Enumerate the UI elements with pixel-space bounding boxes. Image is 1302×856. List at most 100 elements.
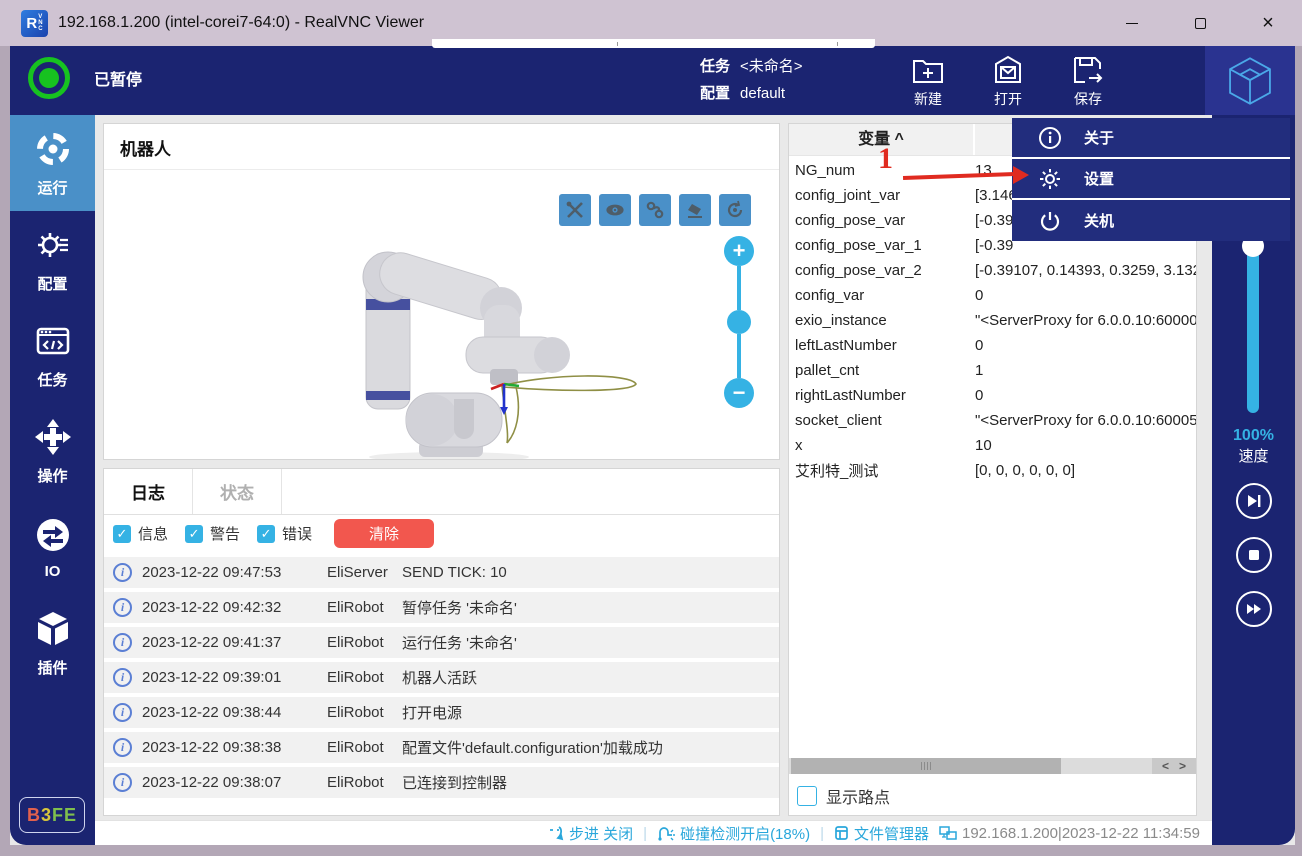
view-tools-button[interactable] <box>559 194 591 226</box>
variables-hscrollbar[interactable]: < > <box>789 758 1196 774</box>
variable-row[interactable]: rightLastNumber 0 <box>789 383 1196 408</box>
log-message: 已连接到控制器 <box>402 772 507 793</box>
sidebar-item-task[interactable]: 任务 <box>10 307 95 403</box>
zoom-track-upper[interactable] <box>737 266 741 310</box>
trajectory-icon <box>645 200 665 220</box>
filter-checkbox[interactable]: ✓ <box>185 525 203 543</box>
collision-detection-toggle[interactable]: 碰撞检测开启(18%) <box>657 823 810 844</box>
fast-forward-button[interactable] <box>1236 591 1272 627</box>
view-path-button[interactable] <box>639 194 671 226</box>
log-entry-row: i 2023-12-22 09:38:07 EliRobot 已连接到控制器 <box>104 767 779 798</box>
variable-row[interactable]: config_var 0 <box>789 283 1196 308</box>
zoom-in-button[interactable]: + <box>724 236 754 266</box>
maximize-button[interactable] <box>1166 0 1234 46</box>
variable-name: config_var <box>789 287 975 304</box>
menu-item-about[interactable]: 关于 <box>1012 118 1290 159</box>
power-icon <box>1038 209 1062 233</box>
robot-3d-viewport[interactable]: + − <box>104 166 779 459</box>
variable-row[interactable]: exio_instance "<ServerProxy for 6.0.0.10… <box>789 308 1196 333</box>
save-task-button[interactable]: 保存 <box>1056 54 1120 109</box>
step-run-button[interactable] <box>1236 483 1272 519</box>
new-task-button[interactable]: 新建 <box>896 54 960 109</box>
log-entry-row: i 2023-12-22 09:38:44 EliRobot 打开电源 <box>104 697 779 728</box>
variable-row[interactable]: socket_client "<ServerProxy for 6.0.0.10… <box>789 408 1196 433</box>
zoom-track-lower[interactable] <box>737 334 741 378</box>
badge-letter: 3 <box>41 805 52 826</box>
viewport-toolbar <box>559 194 751 226</box>
vnc-toolbar-strip[interactable] <box>432 39 875 48</box>
realvnc-logo-icon: RVNC <box>21 10 48 37</box>
log-source: EliRobot <box>327 704 402 721</box>
zoom-slider-handle[interactable] <box>727 310 751 334</box>
sidebar-item-run[interactable]: 运行 <box>10 115 95 211</box>
info-icon: i <box>113 738 132 757</box>
minimize-icon <box>1126 23 1138 24</box>
variable-value: 10 <box>975 437 1196 454</box>
menu-item-shutdown[interactable]: 关机 <box>1012 200 1290 241</box>
filter-checkbox[interactable]: ✓ <box>257 525 275 543</box>
brand-menu-button[interactable] <box>1205 46 1295 115</box>
statusbar-separator: | <box>643 825 647 842</box>
variable-value: [0, 0, 0, 0, 0, 0] <box>975 462 1196 479</box>
zoom-out-button[interactable]: − <box>724 378 754 408</box>
viewport-zoom-control: + − <box>716 236 762 416</box>
sidebar-item-io[interactable]: IO <box>10 499 95 595</box>
view-visibility-button[interactable] <box>599 194 631 226</box>
view-reset-button[interactable] <box>719 194 751 226</box>
config-label: 配置 <box>700 85 730 102</box>
show-waypoints-checkbox[interactable] <box>797 786 817 806</box>
system-dropdown-menu: 关于 设置 关机 <box>1012 118 1290 241</box>
variable-value: 1 <box>975 362 1196 379</box>
variable-name: config_joint_var <box>789 187 975 204</box>
variable-row[interactable]: leftLastNumber 0 <box>789 333 1196 358</box>
variable-row[interactable]: x 10 <box>789 433 1196 458</box>
sidebar-item-config[interactable]: 配置 <box>10 211 95 307</box>
sidebar-item-operate[interactable]: 操作 <box>10 403 95 499</box>
stop-button[interactable] <box>1236 537 1272 573</box>
log-time: 2023-12-22 09:41:37 <box>142 634 327 651</box>
clear-log-button[interactable]: 清除 <box>334 519 434 548</box>
network-icon <box>939 826 957 841</box>
variable-row[interactable]: pallet_cnt 1 <box>789 358 1196 383</box>
tab-log[interactable]: 日志 <box>104 469 193 514</box>
log-message: 打开电源 <box>402 702 462 723</box>
tab-status[interactable]: 状态 <box>193 469 282 514</box>
variable-value: 0 <box>975 337 1196 354</box>
view-erase-button[interactable] <box>679 194 711 226</box>
eye-icon <box>605 200 625 220</box>
variable-row[interactable]: config_pose_var_2 [-0.39107, 0.14393, 0.… <box>789 258 1196 283</box>
speed-slider-track[interactable] <box>1247 237 1259 413</box>
log-tabs: 日志 状态 <box>104 469 779 515</box>
hscrollbar-thumb[interactable] <box>791 758 1061 774</box>
task-config-block: 任务<未命名> 配置default <box>700 53 803 107</box>
filter-label: 信息 <box>138 523 168 544</box>
variable-row[interactable]: 艾利特_测试 [0, 0, 0, 0, 0, 0] <box>789 458 1196 483</box>
collision-icon <box>657 825 675 841</box>
scroll-left-button[interactable]: < <box>1162 759 1169 773</box>
open-task-button[interactable]: 打开 <box>976 54 1040 109</box>
task-label: 任务 <box>700 58 730 75</box>
tools-icon <box>565 200 585 220</box>
file-manager-icon <box>834 825 849 841</box>
menu-item-settings[interactable]: 设置 <box>1012 159 1290 200</box>
step-mode-toggle[interactable]: 步进 关闭 <box>548 823 633 844</box>
variable-value: 0 <box>975 387 1196 404</box>
sidebar-item-plugin[interactable]: 插件 <box>10 595 95 691</box>
minimize-button[interactable] <box>1098 0 1166 46</box>
variable-value: "<ServerProxy for 6.0.0.10:60000, <box>975 312 1196 329</box>
scroll-right-button[interactable]: > <box>1179 759 1186 773</box>
annotation-number: 1 <box>878 142 893 176</box>
close-button[interactable]: × <box>1234 0 1302 46</box>
maximize-icon <box>1195 18 1206 29</box>
robot-status-led-icon[interactable] <box>28 57 70 99</box>
file-manager-button[interactable]: 文件管理器 <box>834 823 929 844</box>
plugin-cube-icon <box>33 609 73 649</box>
config-value: default <box>740 85 785 102</box>
variable-name: 艾利特_测试 <box>789 460 975 481</box>
info-icon: i <box>113 773 132 792</box>
filter-checkbox[interactable]: ✓ <box>113 525 131 543</box>
app-statusbar: 步进 关闭 | 碰撞检测开启(18%) | 文件管理器 192.168.1.20… <box>95 820 1212 845</box>
variable-name: exio_instance <box>789 312 975 329</box>
speed-slider[interactable] <box>1243 237 1263 417</box>
speed-value: 100% <box>1212 427 1295 445</box>
